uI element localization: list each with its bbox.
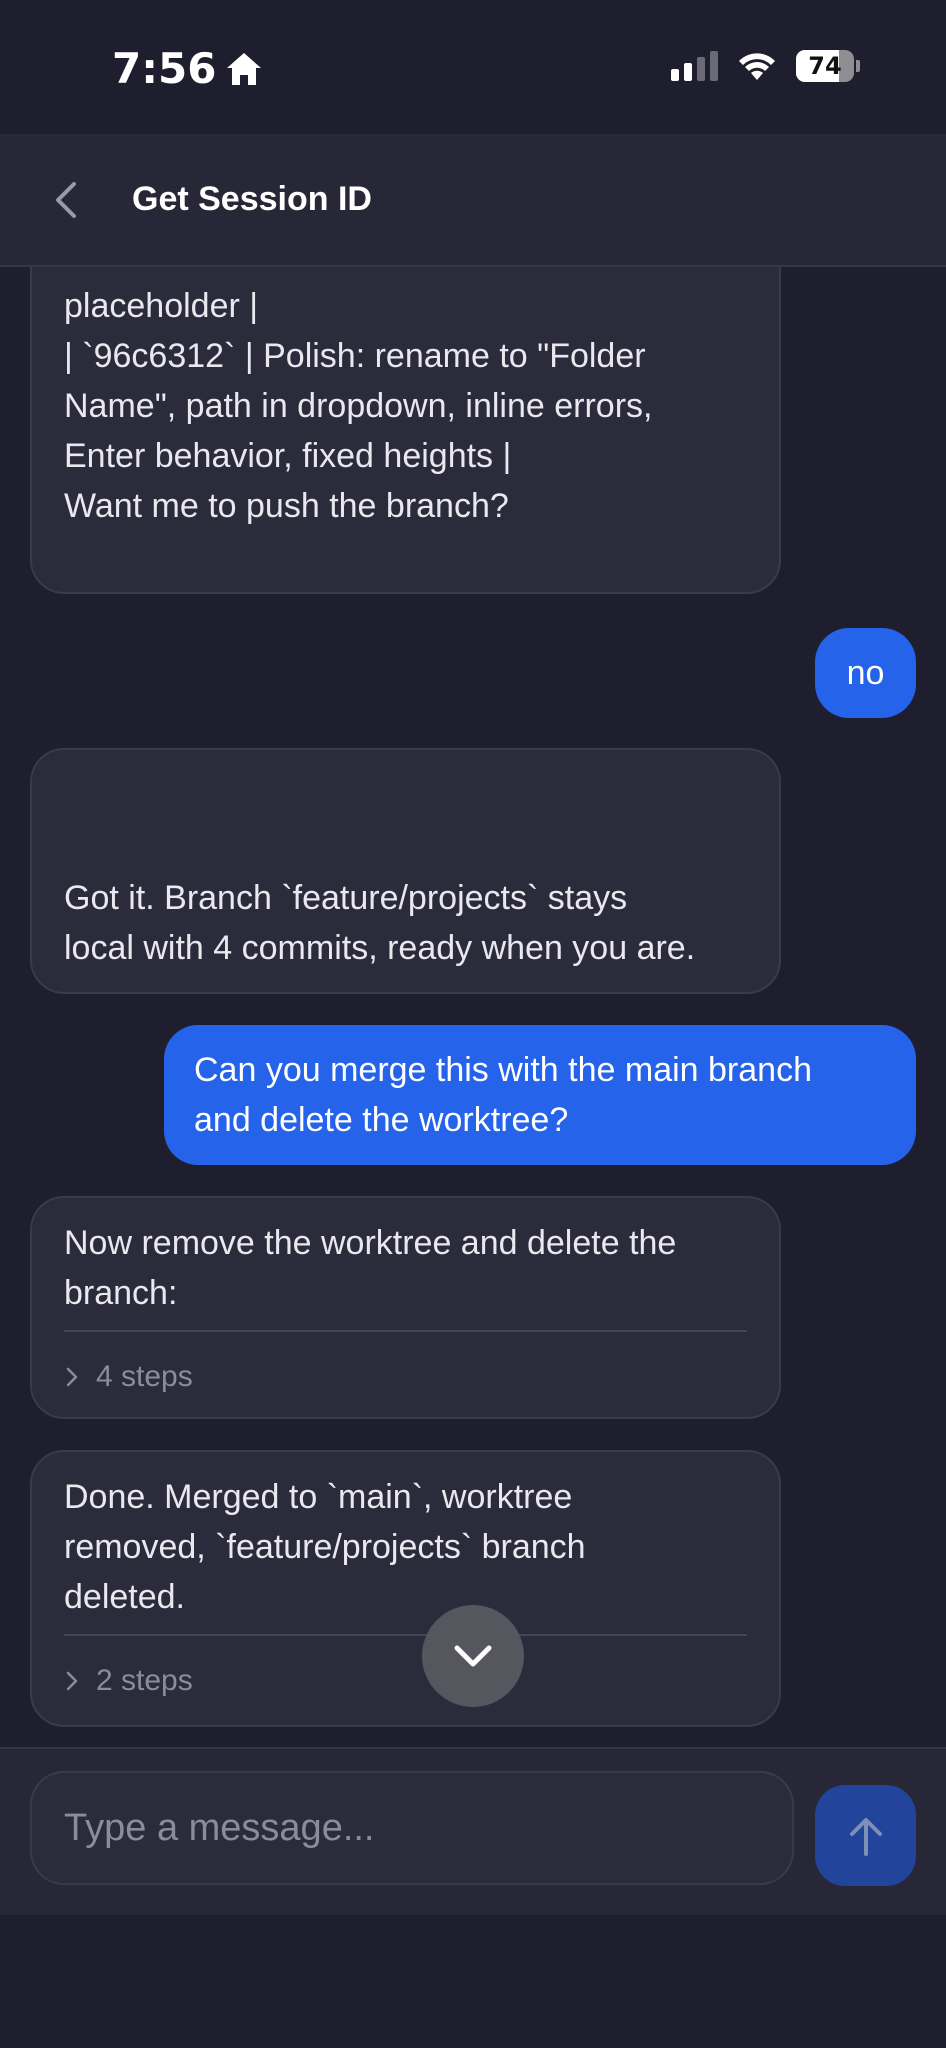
message-line: Enter behavior, fixed heights | bbox=[64, 437, 512, 475]
message-line: Want me to push the branch? bbox=[64, 487, 509, 525]
message-line: removed, `feature/projects` branch bbox=[64, 1528, 586, 1566]
assistant-message: Now remove the worktree and delete the b… bbox=[30, 1196, 781, 1419]
chevron-left-icon bbox=[56, 181, 76, 218]
page-title: Get Session ID bbox=[132, 180, 372, 218]
message-line: Name", path in dropdown, inline errors, bbox=[64, 387, 653, 425]
chat-header: Get Session ID bbox=[0, 134, 946, 267]
message-composer bbox=[0, 1747, 946, 1917]
message-line: no bbox=[846, 654, 885, 692]
status-time: 7:56 bbox=[112, 44, 217, 93]
message-line: | `96c6312` | Polish: rename to "Folder bbox=[64, 337, 646, 375]
chevron-right-icon bbox=[66, 1671, 78, 1691]
message-line: Done. Merged to `main`, worktree bbox=[64, 1478, 573, 1516]
steps-toggle[interactable]: 4 steps bbox=[64, 1352, 747, 1402]
assistant-message: Done. Merged to `main`, worktree removed… bbox=[30, 1450, 781, 1727]
message-line: Got it. Branch `feature/projects` stays bbox=[64, 879, 628, 917]
message-line: deleted. bbox=[64, 1578, 185, 1616]
assistant-message: Got it. Branch `feature/projects` stays … bbox=[30, 748, 781, 994]
back-button[interactable] bbox=[34, 168, 98, 232]
battery-level: 74 bbox=[808, 52, 842, 80]
chevron-right-icon bbox=[66, 1367, 78, 1387]
user-message: Can you merge this with the main branch … bbox=[164, 1025, 916, 1165]
message-list[interactable]: placeholder | | `96c6312` | Polish: rena… bbox=[0, 267, 946, 1747]
send-button[interactable] bbox=[815, 1785, 916, 1886]
chevron-down-icon bbox=[454, 1645, 492, 1667]
message-line: placeholder | bbox=[64, 287, 259, 325]
bottom-safe-area bbox=[0, 1915, 946, 2048]
message-line: Now remove the worktree and delete the bbox=[64, 1224, 677, 1262]
cellular-signal-icon bbox=[671, 51, 718, 81]
steps-label: 4 steps bbox=[96, 1360, 193, 1393]
steps-label: 2 steps bbox=[96, 1664, 193, 1697]
arrow-up-icon bbox=[849, 1817, 882, 1856]
message-line: and delete the worktree? bbox=[194, 1101, 569, 1139]
assistant-message: placeholder | | `96c6312` | Polish: rena… bbox=[30, 267, 781, 594]
status-indicators: 74 bbox=[671, 50, 860, 82]
steps-toggle[interactable]: 2 steps bbox=[64, 1656, 747, 1706]
wifi-icon bbox=[736, 50, 778, 82]
user-message: no bbox=[815, 628, 916, 718]
message-line: branch: bbox=[64, 1274, 178, 1312]
message-input[interactable] bbox=[30, 1771, 794, 1885]
scroll-to-bottom-button[interactable] bbox=[422, 1605, 524, 1707]
status-time-group: 7:56 bbox=[112, 44, 264, 93]
battery-icon: 74 bbox=[796, 50, 854, 82]
message-line: local with 4 commits, ready when you are… bbox=[64, 929, 696, 967]
app-screen: 7:56 74 Get Session ID placeholder | | `… bbox=[0, 0, 946, 2048]
message-line: Can you merge this with the main branch bbox=[194, 1051, 812, 1089]
home-icon bbox=[227, 52, 262, 85]
divider bbox=[64, 1330, 747, 1332]
status-bar: 7:56 74 bbox=[0, 0, 946, 134]
divider bbox=[64, 1634, 747, 1636]
